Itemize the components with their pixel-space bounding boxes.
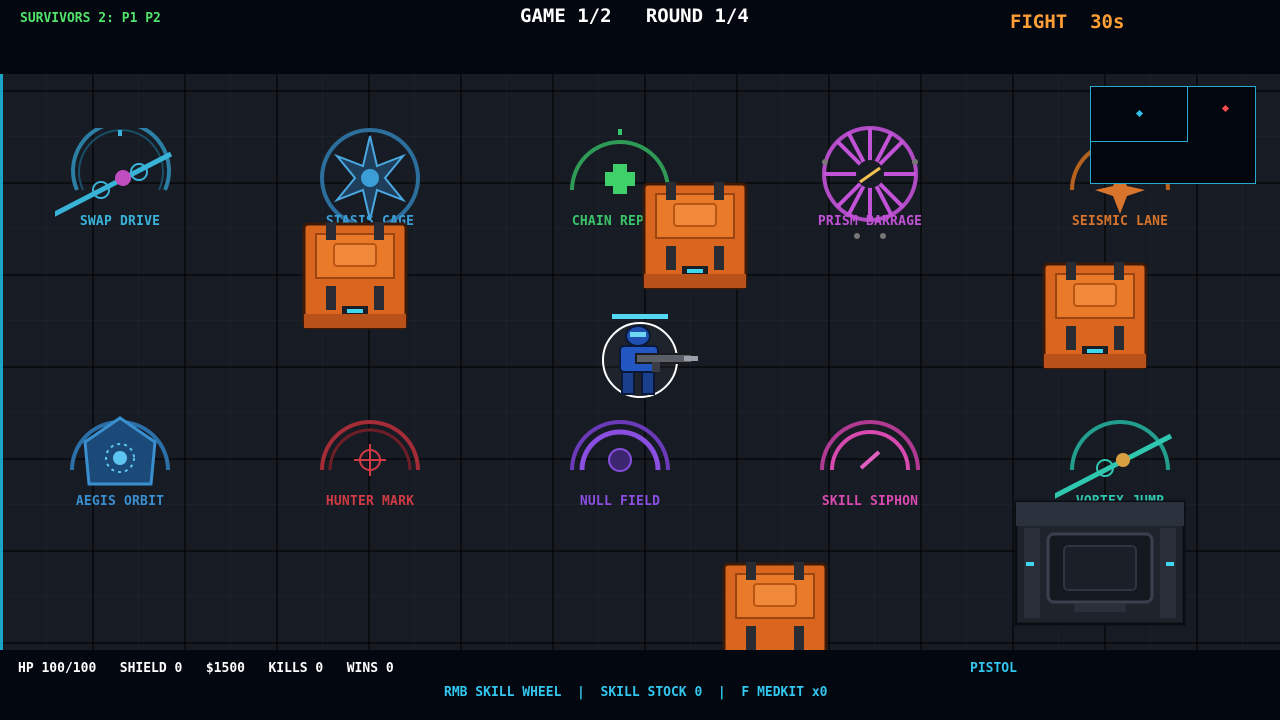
crate-icon [722,562,828,650]
fight-timer: FIGHT 30s [1010,11,1125,33]
skill-pickup-swap-drive[interactable]: SWAP DRIVE [55,128,185,238]
supply-crate[interactable] [722,562,828,650]
supply-crate[interactable] [1042,262,1148,370]
terminal-icon [1014,500,1186,626]
arena-left-edge [0,74,3,650]
shop-terminal[interactable] [1014,500,1186,626]
minimap [1090,86,1256,184]
supply-crate[interactable] [302,222,408,330]
skill-siphon-icon [820,420,920,471]
skill-label: SKILL SIPHON [821,494,919,509]
vortex-jump-icon [1055,420,1173,499]
skill-pickup-null-field[interactable]: NULL FIELD [555,408,685,518]
skill-label: SEISMIC LANE [1071,214,1169,229]
null-field-icon [570,420,670,472]
skill-label: PRISM BARRAGE [817,214,923,229]
player-stats: HP 100/100 SHIELD 0 $1500 KILLS 0 WINS 0 [18,661,394,676]
stasis-cage-icon [320,128,420,228]
crate-icon [302,222,408,330]
skill-pickup-prism-barrage[interactable]: PRISM BARRAGE [805,120,935,239]
skill-label: SWAP DRIVE [79,214,161,229]
supply-crate[interactable] [642,182,748,290]
player-character [598,312,702,402]
crate-icon [642,182,748,290]
player-sprite [602,314,698,398]
weapon-label: PISTOL [970,661,1017,676]
swap-drive-icon [55,128,173,217]
minimap-enemy-marker [1221,104,1230,113]
hunter-mark-icon [320,420,420,476]
skill-label: HUNTER MARK [325,494,415,509]
game-round-indicator: GAME 1/2 ROUND 1/4 [520,5,749,27]
aegis-orbit-icon [70,416,170,486]
skill-label: NULL FIELD [579,494,661,509]
skill-pickup-aegis-orbit[interactable]: AEGIS ORBIT [55,408,185,518]
skill-label: AEGIS ORBIT [75,494,165,509]
crate-icon [1042,262,1148,370]
survivors-counter: SURVIVORS 2: P1 P2 [20,11,161,26]
skill-pickup-hunter-mark[interactable]: HUNTER MARK [305,408,435,518]
controls-hint: RMB SKILL WHEEL | SKILL STOCK 0 | F MEDK… [444,685,828,700]
player-health-bar [612,314,668,319]
skill-pickup-skill-siphon[interactable]: SKILL SIPHON [805,408,935,518]
